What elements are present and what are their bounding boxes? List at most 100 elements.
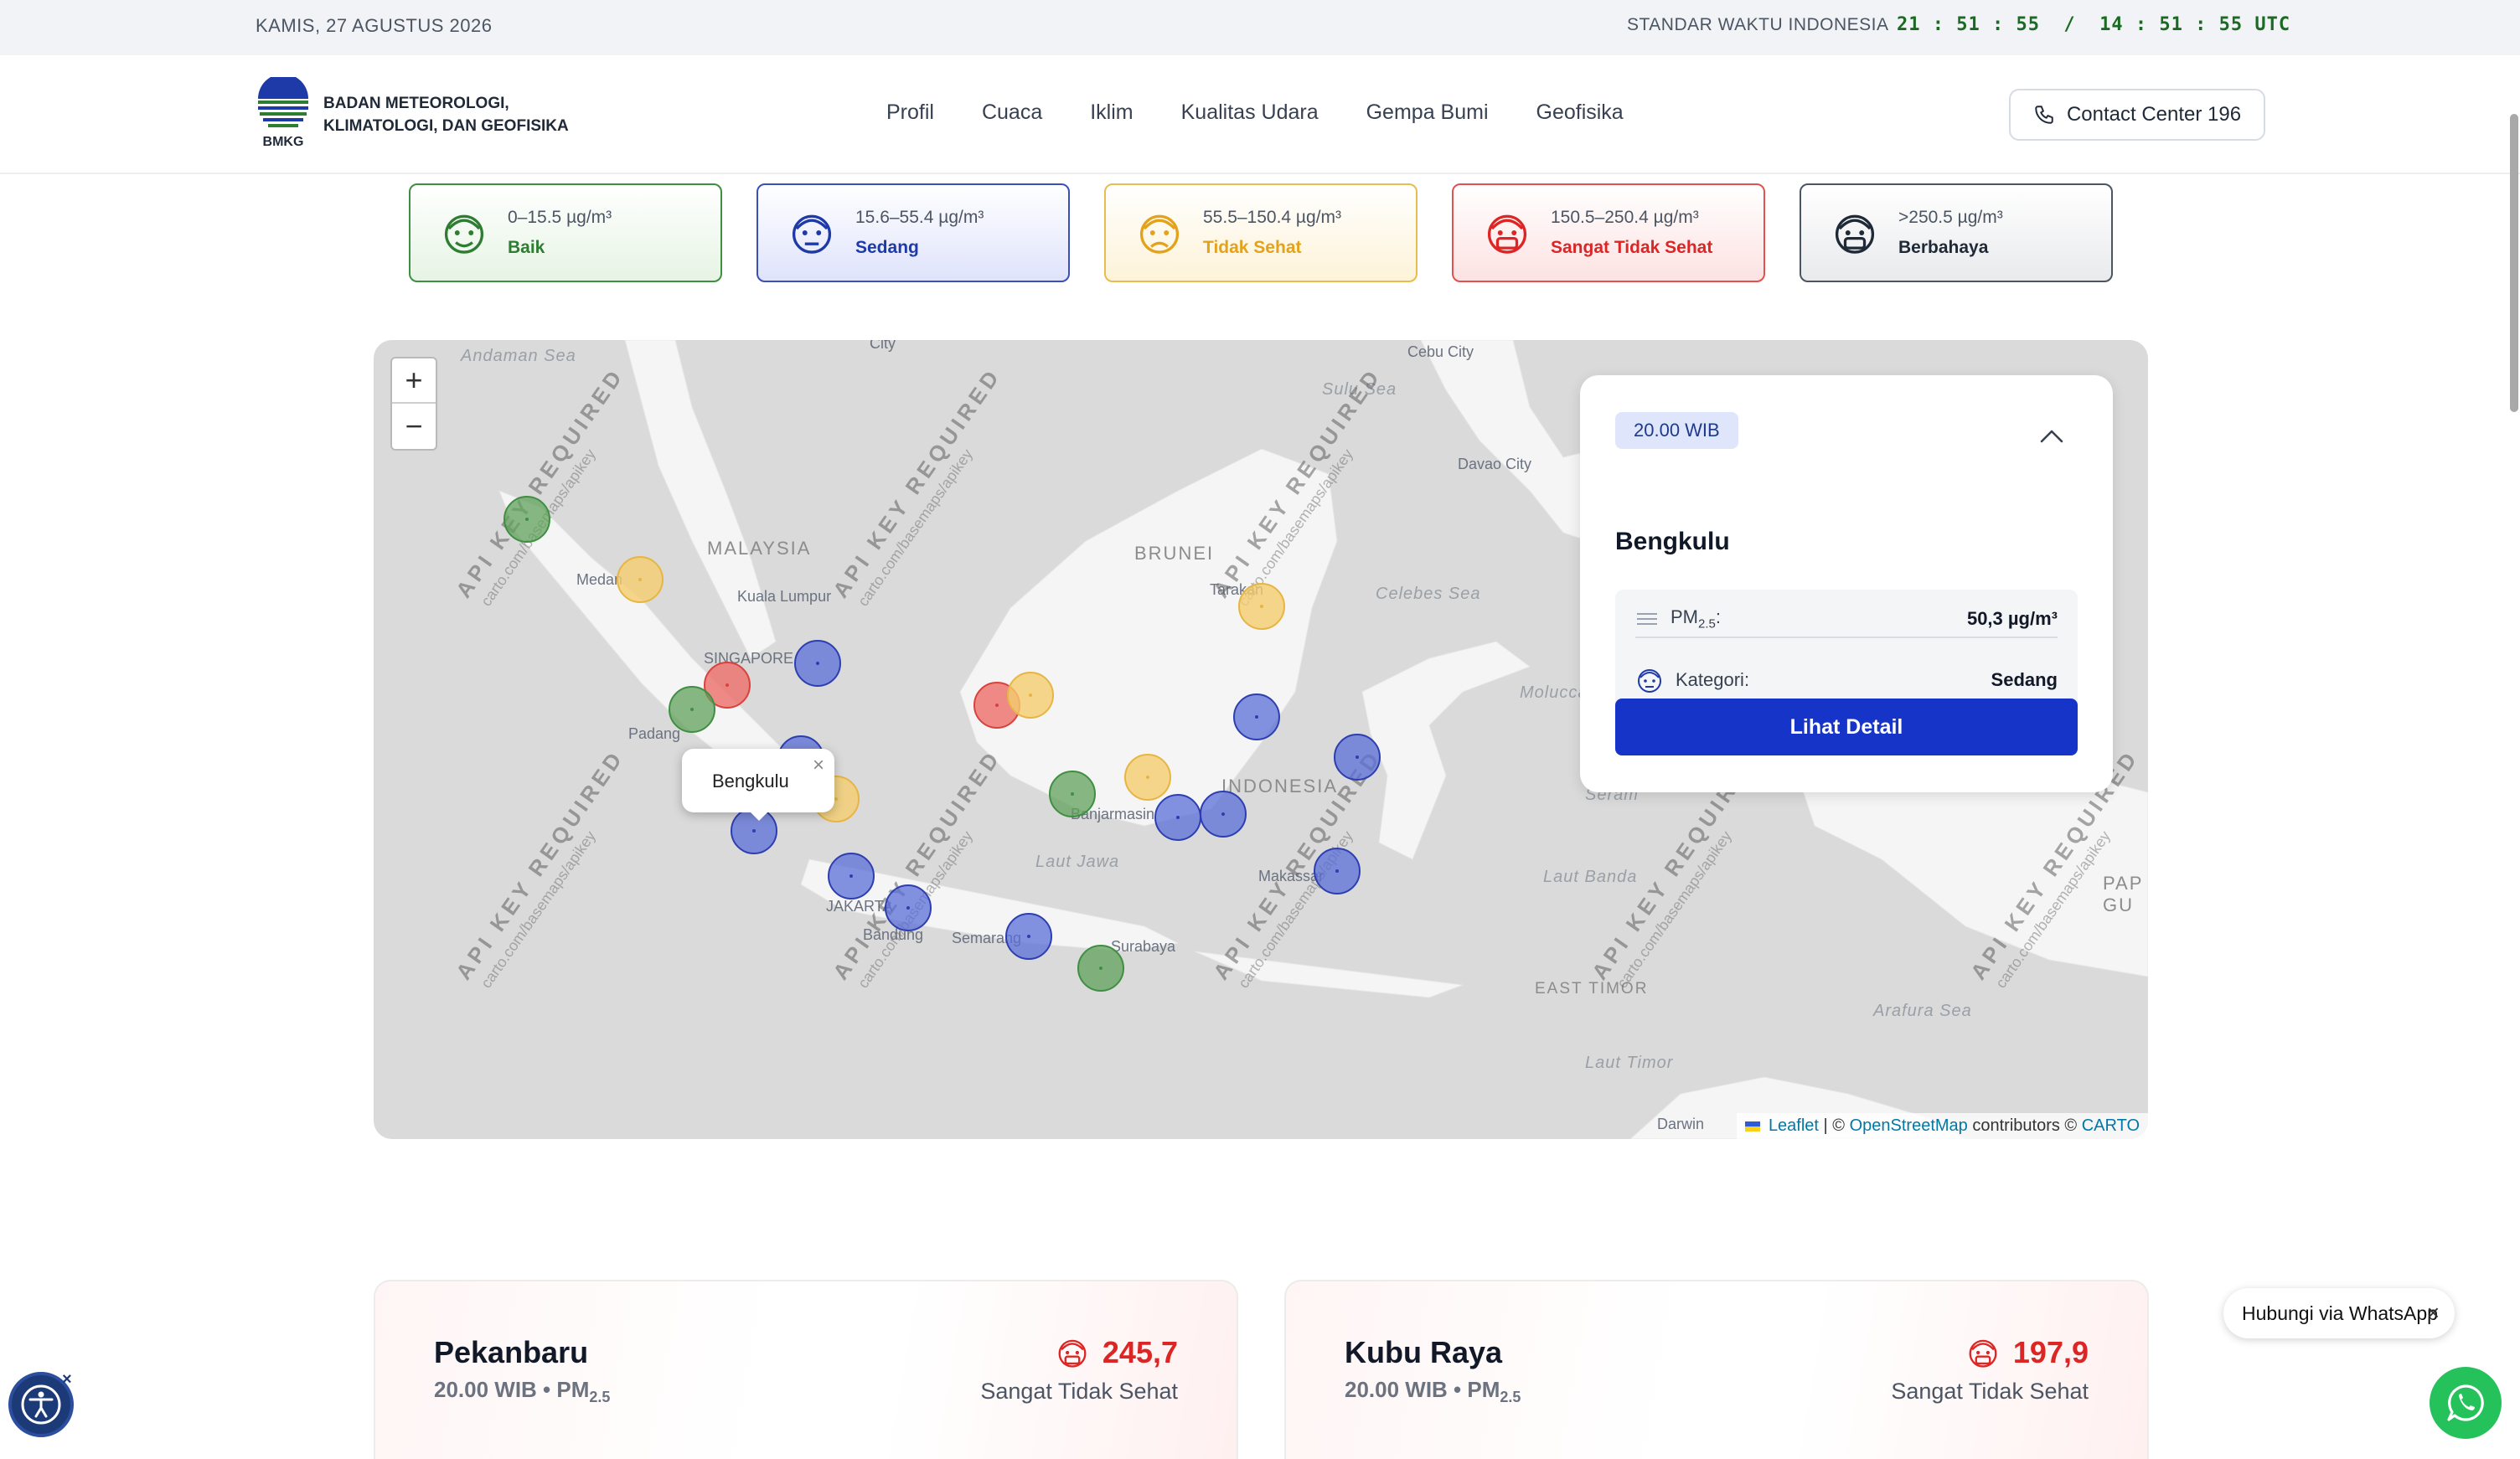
station-marker-dot (834, 797, 838, 801)
station-marker[interactable] (1200, 791, 1247, 838)
org-name-line2: KLIMATOLOGI, DAN GEOFISIKA (323, 117, 569, 135)
city-card-category: Sangat Tidak Sehat (980, 1379, 1178, 1404)
station-marker[interactable] (503, 496, 550, 543)
station-marker-dot (1255, 715, 1258, 719)
station-marker-dot (1221, 812, 1225, 816)
map-city-label: Cebu City (1407, 343, 1474, 360)
station-marker[interactable] (885, 884, 932, 931)
station-marker[interactable] (1314, 848, 1361, 894)
station-marker[interactable] (1049, 771, 1096, 817)
nav-profil[interactable]: Profil (886, 101, 934, 125)
chevron-up-icon[interactable] (2039, 427, 2064, 444)
legend-category: Baik (508, 238, 545, 257)
bmkg-logo-icon[interactable]: BMKG (255, 77, 312, 149)
station-marker-dot (1071, 792, 1074, 796)
whatsapp-bubble[interactable]: Hubungi via WhatsApp × (2223, 1288, 2455, 1338)
map-country-label: PAP GU (2103, 873, 2143, 915)
page-scrollbar[interactable] (2510, 114, 2518, 412)
legend-range: 150.5–250.4 µg/m³ (1551, 208, 1699, 227)
pm25-row: PM2.5: 50,3 µg/m³ (1635, 601, 2058, 638)
city-card-kubu-raya[interactable]: Kubu Raya 20.00 WIB • PM2.5 197,9 Sangat… (1284, 1280, 2149, 1459)
legend-card-sedang[interactable]: 15.6–55.4 µg/m³ Sedang (757, 183, 1070, 282)
nav-cuaca[interactable]: Cuaca (982, 101, 1042, 125)
map-sea-label: Laut Jawa (1035, 853, 1120, 871)
station-marker[interactable] (1238, 583, 1285, 630)
whatsapp-button[interactable] (2430, 1367, 2502, 1439)
panel-city-name: Bengkulu (1615, 528, 1730, 555)
station-marker[interactable] (1124, 754, 1171, 801)
main-nav: Profil Cuaca Iklim Kualitas Udara Gempa … (886, 101, 1671, 125)
map-attribution: Leaflet | © OpenStreetMap contributors ©… (1737, 1113, 2148, 1139)
phone-icon (2035, 106, 2053, 124)
nav-gempa-bumi[interactable]: Gempa Bumi (1366, 101, 1489, 125)
accessibility-close-icon[interactable]: × (62, 1370, 72, 1389)
face-sad-icon (1139, 214, 1180, 254)
osm-link[interactable]: OpenStreetMap (1850, 1116, 1968, 1135)
contact-center-button[interactable]: Contact Center 196 (2009, 89, 2265, 141)
legend-card-sangat-tidak-sehat[interactable]: 150.5–250.4 µg/m³ Sangat Tidak Sehat (1452, 183, 1765, 282)
station-marker-dot (690, 708, 694, 711)
city-card-pm-value: 197,9 (2012, 1335, 2089, 1369)
legend-range: 0–15.5 µg/m³ (508, 208, 612, 227)
ukraine-flag-icon (1745, 1121, 1761, 1132)
legend-text: 150.5–250.4 µg/m³ Sangat Tidak Sehat (1551, 208, 1712, 258)
station-marker[interactable] (617, 556, 664, 603)
nav-kualitas-udara[interactable]: Kualitas Udara (1181, 101, 1319, 125)
carto-link[interactable]: CARTO (2082, 1116, 2140, 1135)
nav-geofisika[interactable]: Geofisika (1536, 101, 1624, 125)
legend-card-baik[interactable]: 0–15.5 µg/m³ Baik (409, 183, 722, 282)
popup-close-icon[interactable]: × (813, 754, 824, 777)
legend-card-berbahaya[interactable]: >250.5 µg/m³ Berbahaya (1800, 183, 2113, 282)
whatsapp-close-icon[interactable]: × (2427, 1300, 2440, 1326)
station-marker-dot (1029, 693, 1032, 697)
top-info-bar: KAMIS, 27 AGUSTUS 2026 STANDAR WAKTU IND… (0, 0, 2520, 55)
popup-label: Bengkulu (712, 771, 789, 791)
nav-iklim[interactable]: Iklim (1090, 101, 1133, 125)
zoom-out-button[interactable]: − (392, 404, 436, 449)
station-marker-dot (726, 683, 729, 687)
station-marker[interactable] (1077, 945, 1124, 992)
map-sea-label: Andaman Sea (461, 347, 576, 365)
station-marker-dot (1099, 967, 1102, 970)
station-marker[interactable] (1005, 913, 1052, 960)
city-card-pekanbaru[interactable]: Pekanbaru 20.00 WIB • PM2.5 245,7 Sangat… (374, 1280, 1238, 1459)
legend-card-tidak-sehat[interactable]: 55.5–150.4 µg/m³ Tidak Sehat (1104, 183, 1418, 282)
station-marker[interactable] (1154, 794, 1201, 841)
station-marker-dot (1335, 869, 1339, 873)
leaflet-link[interactable]: Leaflet (1769, 1116, 1819, 1135)
station-marker-dot (816, 662, 819, 665)
whatsapp-icon (2447, 1384, 2484, 1421)
legend-category: Sedang (855, 238, 919, 257)
map-sea-label: Celebes Sea (1376, 585, 1481, 603)
station-marker-dot (995, 704, 999, 707)
whatsapp-label: Hubungi via WhatsApp (2242, 1302, 2438, 1324)
time-badge: 20.00 WIB (1615, 412, 1738, 449)
station-marker-dot (525, 518, 529, 521)
map-city-label: Medan (576, 571, 623, 588)
air-quality-map[interactable]: Andaman Sea Sulu Sea Celebes Sea Molucca… (374, 340, 2148, 1139)
station-marker[interactable] (669, 686, 715, 733)
station-marker-dot (906, 906, 910, 910)
station-marker-dot (1176, 816, 1180, 819)
org-name[interactable]: BADAN METEOROLOGI, KLIMATOLOGI, DAN GEOF… (323, 92, 625, 137)
face-unhealthy-icon (1058, 1339, 1087, 1368)
attribution-separator: | © (1819, 1116, 1850, 1135)
view-detail-button[interactable]: Lihat Detail (1615, 699, 2078, 755)
city-card-meta: 20.00 WIB • PM2.5 (434, 1377, 611, 1406)
map-country-label: MALAYSIA (707, 538, 812, 559)
accessibility-icon (21, 1384, 61, 1425)
city-card-value: 245,7 (1056, 1335, 1178, 1370)
map-sea-label: Laut Timor (1585, 1054, 1674, 1072)
legend-text: 15.6–55.4 µg/m³ Sedang (855, 208, 984, 258)
station-marker[interactable] (828, 853, 875, 900)
zoom-in-button[interactable]: + (392, 358, 436, 404)
station-marker-dot (638, 578, 642, 581)
station-marker[interactable] (1334, 734, 1381, 781)
station-marker[interactable] (794, 640, 841, 687)
legend-text: 0–15.5 µg/m³ Baik (508, 208, 612, 258)
zoom-control: + − (390, 357, 437, 451)
attribution-contributors: contributors © (1967, 1116, 2082, 1135)
current-date: KAMIS, 27 AGUSTUS 2026 (256, 15, 493, 36)
station-marker[interactable] (1233, 693, 1280, 740)
station-marker[interactable] (1007, 672, 1054, 719)
